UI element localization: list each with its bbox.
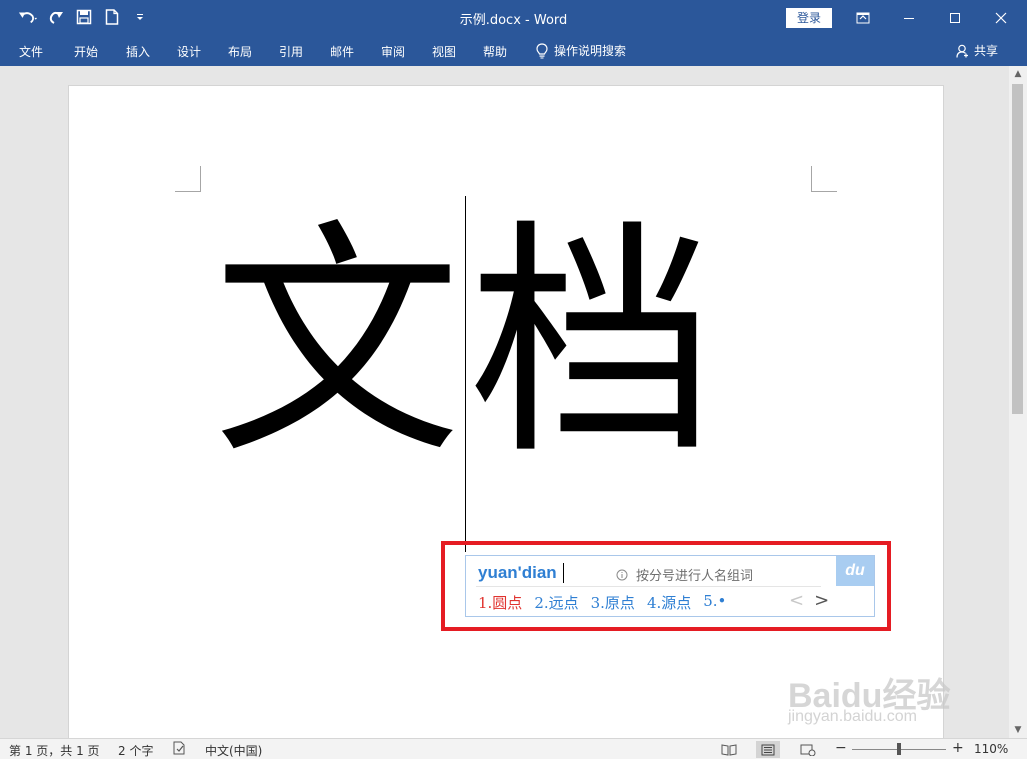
close-button[interactable] xyxy=(978,0,1024,36)
page-count[interactable]: 第 1 页，共 1 页 xyxy=(9,742,100,759)
ime-candidate[interactable]: 4.源点 xyxy=(647,592,691,613)
save-button[interactable] xyxy=(74,6,94,28)
share-label: 共享 xyxy=(974,44,999,58)
ime-input-cursor xyxy=(563,563,564,583)
lightbulb-icon xyxy=(536,42,548,58)
scroll-down-icon[interactable]: ▼ xyxy=(1009,722,1027,738)
ime-pinyin-input: yuan'dian xyxy=(478,563,557,582)
tab-review[interactable]: 审阅 xyxy=(381,43,405,60)
web-layout-icon xyxy=(800,744,816,756)
tab-design[interactable]: 设计 xyxy=(177,43,201,60)
ime-candidate-window[interactable]: yuan'dian 按分号进行人名组词 du 1.圆点 2.远点 3.原点 4.… xyxy=(465,555,875,617)
baidu-ime-logo[interactable]: du xyxy=(836,556,874,586)
maximize-button[interactable] xyxy=(932,0,978,36)
maximize-icon xyxy=(950,13,960,23)
undo-icon xyxy=(18,12,38,24)
close-icon xyxy=(995,12,1007,24)
ime-page-nav: < > xyxy=(789,590,829,611)
dropdown-icon xyxy=(137,14,143,20)
ime-next-page-button[interactable]: > xyxy=(814,590,829,611)
tab-file[interactable]: 文件 xyxy=(19,43,43,60)
ime-candidate[interactable]: 5.• xyxy=(703,592,726,613)
ribbon-tabs: 文件 开始 插入 设计 布局 引用 邮件 审阅 视图 帮助 操作说明搜索 共享 xyxy=(0,36,1027,66)
redo-icon xyxy=(49,11,63,24)
tab-help[interactable]: 帮助 xyxy=(483,43,507,60)
tab-view[interactable]: 视图 xyxy=(432,43,456,60)
ime-hint-text: 按分号进行人名组词 xyxy=(636,569,754,584)
print-layout-button[interactable] xyxy=(756,741,780,758)
margin-corner-top-left xyxy=(175,166,201,192)
proofing-icon[interactable] xyxy=(172,741,188,758)
ime-hint: 按分号进行人名组词 xyxy=(616,565,753,584)
scroll-up-icon[interactable]: ▲ xyxy=(1009,66,1027,82)
word-count[interactable]: 2 个字 xyxy=(118,742,153,759)
zoom-out-button[interactable]: − xyxy=(835,740,847,756)
customize-toolbar-button[interactable] xyxy=(130,6,150,28)
save-icon xyxy=(76,9,92,25)
ime-prev-page-button[interactable]: < xyxy=(789,590,804,611)
zoom-level[interactable]: 110% xyxy=(974,742,1008,756)
new-document-button[interactable] xyxy=(102,6,122,28)
ime-candidate-list: 1.圆点 2.远点 3.原点 4.源点 5.• xyxy=(478,592,726,613)
info-icon xyxy=(616,569,628,580)
language-indicator[interactable]: 中文(中国) xyxy=(205,742,262,759)
ribbon-display-icon xyxy=(856,12,870,24)
zoom-in-button[interactable]: + xyxy=(952,740,964,756)
user-icon xyxy=(956,44,968,58)
vertical-scrollbar[interactable]: ▲ ▼ xyxy=(1009,66,1027,738)
ribbon-display-options-button[interactable] xyxy=(840,0,886,36)
share-button[interactable]: 共享 xyxy=(956,42,998,59)
undo-button[interactable] xyxy=(18,6,38,28)
tell-me-label: 操作说明搜索 xyxy=(554,44,627,58)
document-area: 文 档 xyxy=(0,66,1009,747)
web-layout-button[interactable] xyxy=(796,741,820,758)
tab-layout[interactable]: 布局 xyxy=(228,43,252,60)
new-document-icon xyxy=(105,9,119,25)
login-button[interactable]: 登录 xyxy=(786,8,832,28)
document-page[interactable]: 文 档 xyxy=(68,85,944,747)
ime-divider xyxy=(476,586,821,587)
zoom-slider-thumb[interactable] xyxy=(897,743,901,755)
status-bar: 第 1 页，共 1 页 2 个字 中文(中国) − + 110% xyxy=(0,738,1027,759)
quick-access-toolbar xyxy=(18,6,150,28)
word-window: 示例.docx - Word 登录 文件 开始 插入 设计 布局 引用 邮件 审… xyxy=(0,0,1027,759)
document-text-char-1: 文 xyxy=(213,200,461,488)
document-text-char-2: 档 xyxy=(469,200,717,488)
title-bar: 示例.docx - Word 登录 xyxy=(0,0,1027,36)
print-layout-icon xyxy=(761,744,775,755)
margin-corner-top-right xyxy=(811,166,837,192)
tell-me-search[interactable]: 操作说明搜索 xyxy=(536,42,626,59)
ime-candidate[interactable]: 2.远点 xyxy=(534,592,578,613)
redo-button[interactable] xyxy=(46,6,66,28)
minimize-icon xyxy=(904,18,914,19)
minimize-button[interactable] xyxy=(886,0,932,36)
tab-home[interactable]: 开始 xyxy=(74,43,98,60)
ime-candidate[interactable]: 3.原点 xyxy=(591,592,635,613)
text-cursor xyxy=(465,196,466,552)
read-mode-icon xyxy=(721,743,737,756)
scroll-thumb[interactable] xyxy=(1012,84,1023,414)
tab-mailings[interactable]: 邮件 xyxy=(330,43,354,60)
tab-insert[interactable]: 插入 xyxy=(126,43,150,60)
ime-candidate[interactable]: 1.圆点 xyxy=(478,592,522,613)
read-mode-button[interactable] xyxy=(717,741,741,758)
tab-references[interactable]: 引用 xyxy=(279,43,303,60)
